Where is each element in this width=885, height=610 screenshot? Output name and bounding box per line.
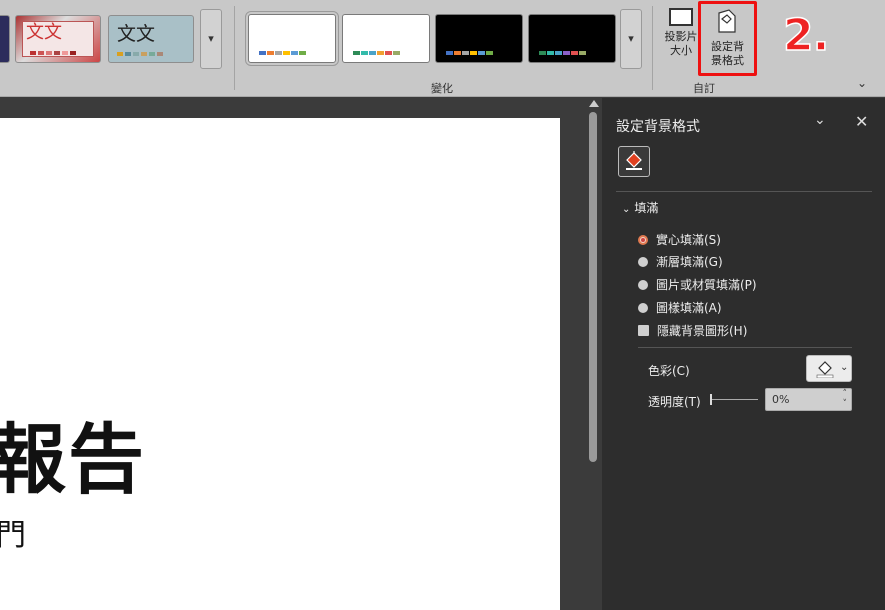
gradient-fill-label: 漸層填滿(G) — [656, 255, 723, 269]
transparency-value[interactable]: 0% — [772, 393, 789, 406]
slide-size-button[interactable]: 投影片 大小 — [662, 6, 700, 58]
fill-section-header[interactable]: ⌄ 填滿 — [622, 199, 658, 216]
hide-bg-graphics-checkbox[interactable] — [638, 325, 649, 336]
theme-sample-text: 文文 — [117, 23, 156, 45]
picture-fill-option[interactable]: 圖片或材質填滿(P) — [638, 276, 757, 293]
section-collapse-chevron-icon: ⌄ — [622, 204, 631, 215]
format-bg-label-2: 景格式 — [711, 54, 744, 67]
solid-fill-label: 實心填滿(S) — [656, 233, 721, 247]
slide-vertical-scrollbar[interactable] — [586, 98, 602, 610]
slide-size-label-1: 投影片 — [664, 30, 698, 43]
variant-thumbnail-3[interactable] — [435, 14, 523, 63]
variants-gallery-more-button[interactable]: ▾ — [620, 9, 642, 69]
slide-editing-area: 報告 門 — [0, 98, 586, 610]
slide-size-label-2: 大小 — [670, 44, 692, 57]
theme-thumbnail-3[interactable]: 文文 — [108, 15, 194, 63]
paint-bucket-icon — [816, 361, 834, 378]
pattern-fill-label: 圖樣填滿(A) — [656, 301, 722, 315]
picture-fill-radio[interactable] — [638, 279, 648, 290]
pattern-fill-radio[interactable] — [638, 302, 648, 313]
slide-canvas[interactable]: 報告 門 — [0, 118, 560, 610]
spinner-arrows-icon[interactable]: ˄ ˅ — [843, 389, 848, 409]
pane-close-icon[interactable]: ✕ — [855, 112, 868, 131]
fill-section-label: 填滿 — [634, 201, 659, 215]
group-separator — [652, 6, 653, 90]
format-bg-label-1: 設定背 — [711, 40, 744, 53]
format-background-button[interactable]: 設定背 景格式 — [698, 1, 757, 76]
solid-fill-radio[interactable] — [638, 234, 648, 245]
transparency-spinner[interactable]: 0% ˄ ˅ — [765, 388, 852, 411]
theme-sample-text: 文文 — [26, 22, 62, 43]
variant-thumbnail-4[interactable] — [528, 14, 616, 63]
theme-swatches — [30, 51, 76, 55]
divider — [638, 347, 852, 348]
variant-swatches — [446, 51, 493, 55]
format-background-icon — [718, 9, 736, 33]
collapse-ribbon-chevron-icon[interactable]: ⌄ — [857, 76, 867, 90]
gradient-fill-radio[interactable] — [638, 256, 648, 267]
customize-group-label: 自訂 — [693, 82, 715, 95]
slide-size-icon — [669, 8, 693, 26]
slide-title[interactable]: 報告 — [0, 398, 146, 508]
variant-thumbnail-2[interactable] — [342, 14, 430, 63]
transparency-slider[interactable] — [710, 394, 758, 405]
group-separator — [234, 6, 235, 90]
variant-swatches — [353, 51, 400, 55]
scroll-up-arrow-icon[interactable] — [589, 100, 599, 107]
hide-bg-graphics-label: 隱藏背景圖形(H) — [657, 324, 748, 338]
pane-title: 設定背景格式 — [616, 119, 700, 135]
format-background-pane: 設定背景格式 ⌄ ✕ ⌄ 填滿 實心填滿(S) 漸層填滿(G) 圖片或材質填滿(P… — [602, 98, 885, 610]
variant-swatches — [539, 51, 586, 55]
fill-tab-button[interactable] — [618, 146, 650, 177]
pane-options-chevron-icon[interactable]: ⌄ — [814, 112, 826, 128]
step-annotation: 2. — [782, 9, 830, 62]
transparency-label: 透明度(T) — [648, 395, 701, 409]
chevron-down-icon: ⌄ — [840, 362, 849, 373]
theme-thumbnail-2[interactable]: 文文 — [15, 15, 101, 63]
fill-color-picker-button[interactable]: ⌄ — [806, 355, 852, 382]
solid-fill-option[interactable]: 實心填滿(S) — [638, 231, 721, 248]
scrollbar-thumb[interactable] — [589, 112, 597, 462]
divider — [616, 191, 872, 192]
picture-fill-label: 圖片或材質填滿(P) — [656, 278, 757, 292]
pattern-fill-option[interactable]: 圖樣填滿(A) — [638, 299, 722, 316]
theme-thumbnail-partial[interactable] — [0, 15, 10, 63]
theme-swatches — [117, 52, 163, 56]
themes-gallery-more-button[interactable]: ▾ — [200, 9, 222, 69]
gradient-fill-option[interactable]: 漸層填滿(G) — [638, 253, 723, 270]
variants-group-label: 變化 — [431, 82, 453, 95]
ribbon-design-tab: 文文 文文 ▾ ▾ 變化 投影片 大小 設定背 景格式 自訂 2. ⌄ — [0, 0, 885, 97]
hide-bg-graphics-option[interactable]: 隱藏背景圖形(H) — [638, 322, 747, 339]
color-label: 色彩(C) — [648, 364, 690, 378]
paint-bucket-icon — [626, 151, 642, 170]
slide-subtitle[interactable]: 門 — [0, 510, 26, 554]
variant-thumbnail-1[interactable] — [245, 11, 339, 66]
variant-swatches — [259, 51, 306, 55]
